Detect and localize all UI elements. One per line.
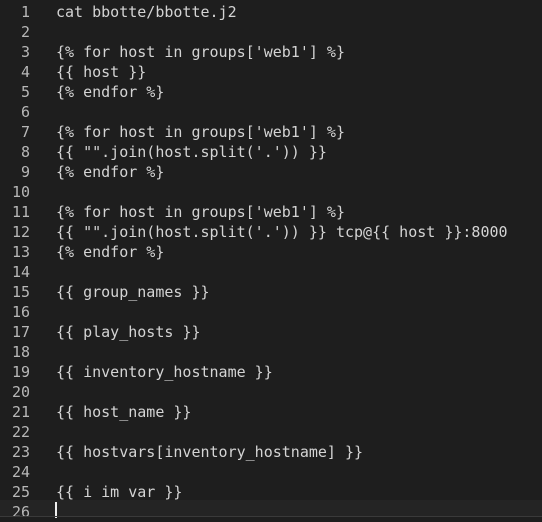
line-23[interactable]: 23 {{ hostvars[inventory_hostname] }} (0, 442, 542, 462)
code-line-text[interactable]: {{ host }} (56, 62, 146, 82)
line-25[interactable]: 25 {{ i_im_var }} (0, 482, 542, 502)
code-line-text[interactable]: {{ "".join(host.split('.')) }} tcp@{{ ho… (56, 222, 508, 242)
line-number: 3 (20, 43, 30, 61)
line-number: 20 (11, 383, 30, 401)
line-2[interactable]: 2 (0, 22, 542, 42)
line-13[interactable]: 13 {% endfor %} (0, 242, 542, 262)
line-number: 16 (11, 303, 30, 321)
code-line-text[interactable]: {% endfor %} (56, 82, 164, 102)
line-number: 7 (20, 123, 30, 141)
line-number: 10 (11, 183, 30, 201)
line-21[interactable]: 21 {{ host_name }} (0, 402, 542, 422)
line-number: 19 (11, 363, 30, 381)
line-26[interactable]: 26 (0, 500, 542, 521)
code-line-text[interactable]: {% endfor %} (56, 242, 164, 262)
line-number: 4 (20, 63, 30, 81)
code-line-text[interactable]: {{ "".join(host.split('.')) }} (56, 142, 327, 162)
code-line-text[interactable]: {% for host in groups['web1'] %} (56, 42, 345, 62)
line-12[interactable]: 12 {{ "".join(host.split('.')) }} tcp@{{… (0, 222, 542, 242)
line-number: 18 (11, 343, 30, 361)
code-line-text[interactable]: cat bbotte/bbotte.j2 (56, 2, 237, 22)
line-number: 8 (20, 143, 30, 161)
line-18[interactable]: 18 (0, 342, 542, 362)
line-number: 1 (20, 3, 30, 21)
line-20[interactable]: 20 (0, 382, 542, 402)
line-number: 2 (20, 23, 30, 41)
line-number: 25 (11, 483, 30, 501)
line-number: 22 (11, 423, 30, 441)
line-3[interactable]: 3 {% for host in groups['web1'] %} (0, 42, 542, 62)
line-number: 21 (11, 403, 30, 421)
code-line-text[interactable]: {{ host_name }} (56, 402, 191, 422)
line-5[interactable]: 5 {% endfor %} (0, 82, 542, 102)
line-4[interactable]: 4 {{ host }} (0, 62, 542, 82)
line-number: 26 (11, 503, 30, 521)
line-number: 5 (20, 83, 30, 101)
line-6[interactable]: 6 (0, 102, 542, 122)
line-number: 23 (11, 443, 30, 461)
code-line-text[interactable]: {% for host in groups['web1'] %} (56, 202, 345, 222)
code-editor[interactable]: 1 cat bbotte/bbotte.j2 2 3 {% for host i… (0, 0, 542, 521)
code-line-text[interactable]: {{ group_names }} (56, 282, 210, 302)
line-14[interactable]: 14 (0, 262, 542, 282)
line-9[interactable]: 9 {% endfor %} (0, 162, 542, 182)
line-number: 15 (11, 283, 30, 301)
line-7[interactable]: 7 {% for host in groups['web1'] %} (0, 122, 542, 142)
line-number: 12 (11, 223, 30, 241)
line-number: 24 (11, 463, 30, 481)
code-line-text[interactable]: {% endfor %} (56, 162, 164, 182)
line-16[interactable]: 16 (0, 302, 542, 322)
line-number: 6 (20, 103, 30, 121)
line-number: 14 (11, 263, 30, 281)
line-17[interactable]: 17 {{ play_hosts }} (0, 322, 542, 342)
line-19[interactable]: 19 {{ inventory_hostname }} (0, 362, 542, 382)
code-line-text[interactable]: {% for host in groups['web1'] %} (56, 122, 345, 142)
line-24[interactable]: 24 (0, 462, 542, 482)
line-22[interactable]: 22 (0, 422, 542, 442)
line-11[interactable]: 11 {% for host in groups['web1'] %} (0, 202, 542, 222)
line-15[interactable]: 15 {{ group_names }} (0, 282, 542, 302)
code-line-text[interactable]: {{ inventory_hostname }} (56, 362, 273, 382)
code-line-text[interactable]: {{ i_im_var }} (56, 482, 182, 502)
line-number: 9 (20, 163, 30, 181)
line-number: 17 (11, 323, 30, 341)
line-8[interactable]: 8 {{ "".join(host.split('.')) }} (0, 142, 542, 162)
line-number: 13 (11, 243, 30, 261)
code-line-text[interactable]: {{ play_hosts }} (56, 322, 201, 342)
line-number: 11 (11, 203, 30, 221)
code-line-text[interactable]: {{ hostvars[inventory_hostname] }} (56, 442, 363, 462)
line-1[interactable]: 1 cat bbotte/bbotte.j2 (0, 2, 542, 22)
line-10[interactable]: 10 (0, 182, 542, 202)
